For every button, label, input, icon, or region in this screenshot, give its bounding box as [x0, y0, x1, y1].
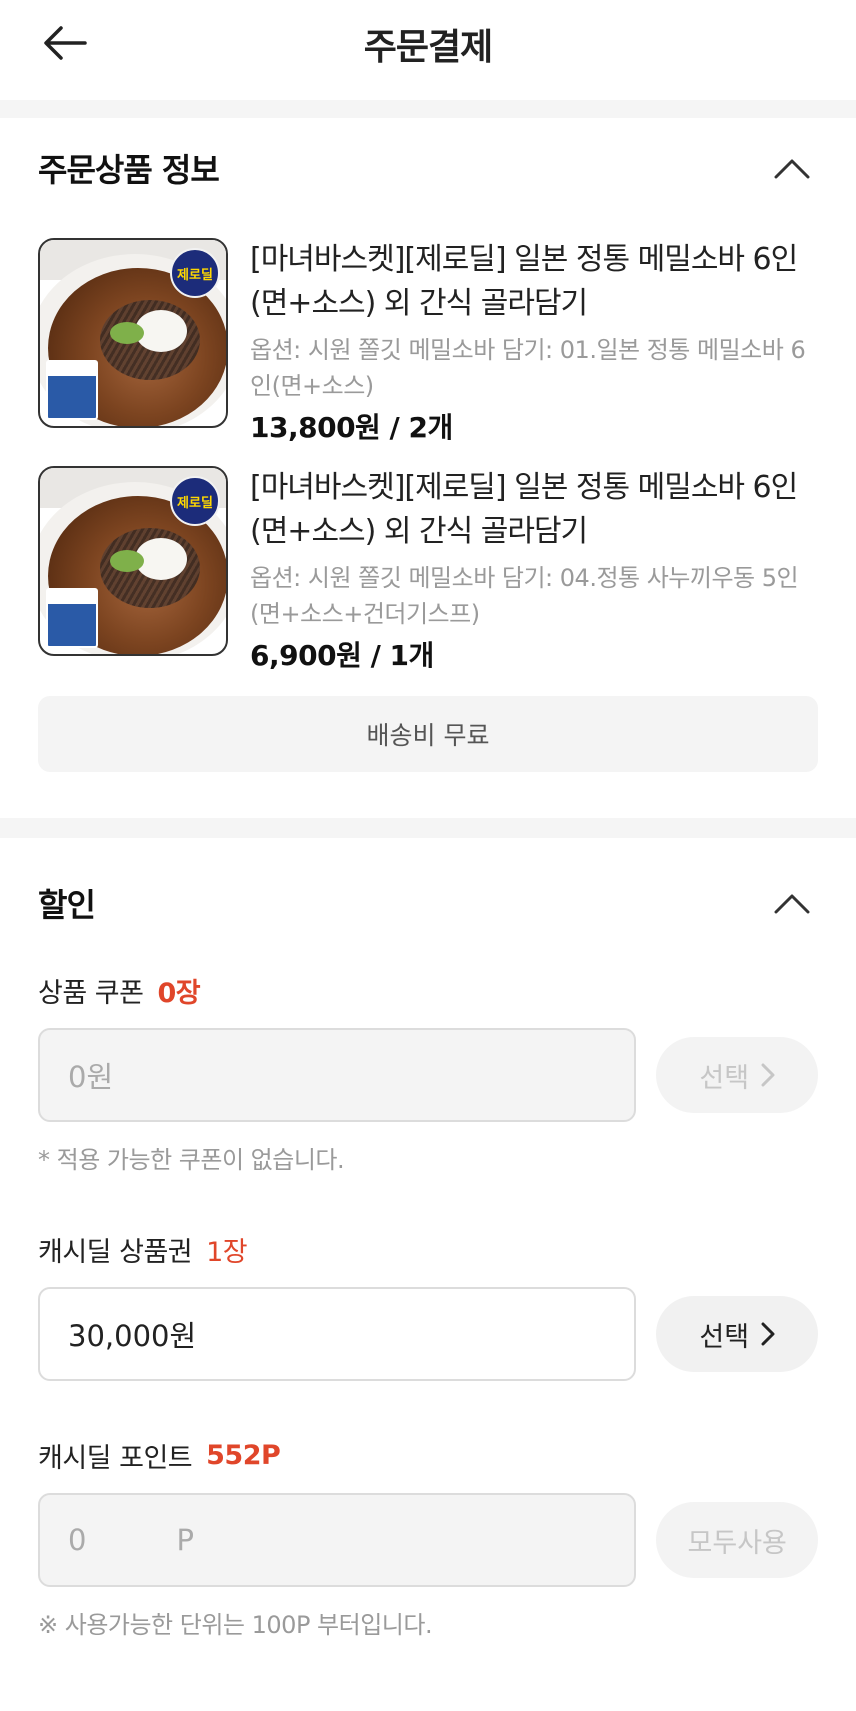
brand-badge: 제로딜 [170, 476, 220, 526]
coupon-select-button[interactable]: 선택 [656, 1037, 818, 1113]
voucher-select-button[interactable]: 선택 [656, 1296, 818, 1372]
package-icon [46, 360, 98, 420]
product-thumbnail: 제로딜 [38, 238, 228, 428]
product-item[interactable]: 제로딜 [마녀바스켓][제로딜] 일본 정통 메밀소바 6인(면+소스) 외 간… [38, 466, 818, 696]
button-label: 선택 [699, 1062, 750, 1094]
order-items-section: 주문상품 정보 제로딜 [마녀바스켓][제로딜] 일본 정통 메밀소바 6인(면… [0, 118, 856, 772]
points-balance: 552P [206, 1439, 281, 1471]
points-field: 캐시딜 포인트 552P 0 P 모두사용 ※ 사용가능한 단위는 100P 부… [38, 1433, 818, 1640]
coupon-count: 0장 [157, 977, 201, 1009]
product-name: [마녀바스켓][제로딜] 일본 정통 메밀소바 6인(면+소스) 외 간식 골라… [250, 242, 798, 321]
points-note: ※ 사용가능한 단위는 100P 부터입니다. [38, 1611, 433, 1639]
chevron-right-icon [761, 1063, 775, 1087]
section-title: 할인 [38, 886, 96, 924]
app-header: 주문결제 [0, 0, 856, 100]
product-option: 옵션: 시원 쫄깃 메밀소바 담기: 01.일본 정통 메밀소바 6인(면+소스… [250, 336, 806, 400]
product-price: 13,800원 / 2개 [250, 411, 453, 444]
discount-section: 할인 상품 쿠폰 0장 0원 선택 * 적용 가능한 쿠폰이 없습니다. 캐시딜… [0, 838, 856, 1640]
chevron-right-icon [761, 1322, 775, 1346]
points-label: 캐시딜 포인트 [38, 1442, 193, 1474]
product-item[interactable]: 제로딜 [마녀바스켓][제로딜] 일본 정통 메밀소바 6인(면+소스) 외 간… [38, 218, 818, 466]
product-price: 6,900원 / 1개 [250, 639, 434, 672]
points-input[interactable]: 0 P [38, 1493, 637, 1587]
section-title: 주문상품 정보 [38, 151, 220, 189]
discount-header[interactable]: 할인 [38, 838, 818, 968]
shipping-fee-banner: 배송비 무료 [38, 696, 818, 772]
voucher-count: 1장 [206, 1236, 248, 1268]
points-value: 0 [68, 1523, 87, 1557]
coupon-label: 상품 쿠폰 [38, 977, 144, 1009]
page-title: 주문결제 [363, 27, 493, 68]
coupon-field: 상품 쿠폰 0장 0원 선택 * 적용 가능한 쿠폰이 없습니다. [38, 968, 818, 1175]
divider [0, 818, 856, 838]
divider [0, 100, 856, 118]
product-option: 옵션: 시원 쫄깃 메밀소바 담기: 04.정통 사누끼우동 5인(면+소스+건… [250, 564, 799, 628]
brand-badge: 제로딜 [170, 248, 220, 298]
button-label: 선택 [699, 1321, 750, 1353]
voucher-field: 캐시딜 상품권 1장 30,000원 선택 [38, 1227, 818, 1381]
coupon-note: * 적용 가능한 쿠폰이 없습니다. [38, 1146, 345, 1174]
package-icon [46, 588, 98, 648]
product-thumbnail: 제로딜 [38, 466, 228, 656]
product-name: [마녀바스켓][제로딜] 일본 정통 메밀소바 6인(면+소스) 외 간식 골라… [250, 470, 798, 549]
voucher-amount-field[interactable]: 30,000원 [38, 1287, 637, 1381]
coupon-amount-field: 0원 [38, 1028, 637, 1122]
chevron-up-icon[interactable] [770, 881, 814, 925]
chevron-up-icon[interactable] [770, 146, 814, 190]
order-items-header[interactable]: 주문상품 정보 [38, 118, 818, 218]
voucher-label: 캐시딜 상품권 [38, 1236, 193, 1268]
points-unit: P [176, 1523, 194, 1557]
use-all-points-button[interactable]: 모두사용 [656, 1502, 818, 1578]
